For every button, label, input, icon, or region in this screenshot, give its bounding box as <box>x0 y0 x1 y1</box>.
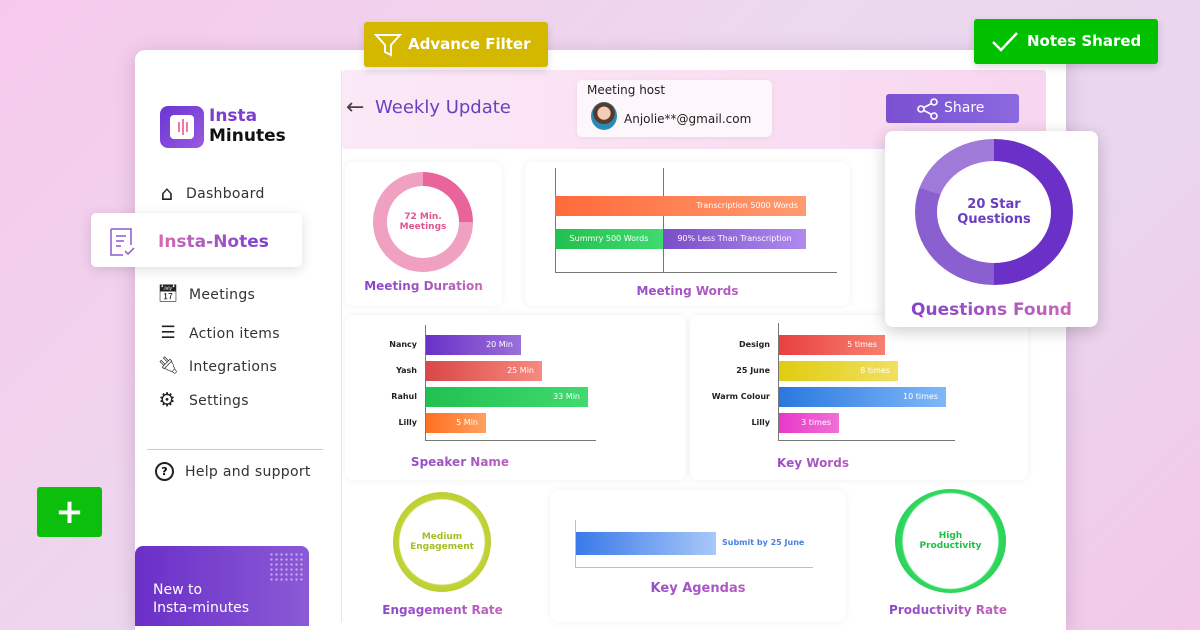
bar: 3 times <box>779 413 839 433</box>
avatar <box>591 102 617 130</box>
y-axis <box>555 168 556 272</box>
sidebar-item-action-items[interactable]: Action items <box>189 326 280 342</box>
plug-icon: 🔌︎ <box>157 356 179 376</box>
bar-label: Lilly <box>751 418 770 427</box>
filter-icon <box>374 34 402 57</box>
bar-label: Yash <box>396 366 417 375</box>
logo-text: Minutes <box>209 126 286 146</box>
help-icon: ? <box>155 462 174 481</box>
bar-label: Warm Colour <box>711 392 770 401</box>
card-title: Meeting Duration <box>345 279 502 293</box>
card-title: Speaker Name <box>345 455 575 469</box>
page-title: Weekly Update <box>375 97 511 118</box>
x-axis <box>555 272 837 273</box>
card-title: Engagement Rate <box>345 603 540 617</box>
gridline <box>663 168 664 272</box>
notes-shared-label: Notes Shared <box>1027 32 1142 50</box>
questions-card: 20 Star Questions Questions Found <box>885 131 1098 327</box>
x-axis <box>425 440 596 441</box>
dots-decoration <box>269 552 303 582</box>
donut-center: 72 Min. Meetings <box>387 186 459 258</box>
ring-center: High Productivity <box>919 531 982 551</box>
sidebar-item-meetings[interactable]: Meetings <box>189 287 255 303</box>
agenda-bar <box>576 532 716 555</box>
duration-donut: 72 Min. Meetings <box>373 172 473 272</box>
engagement-card: Medium Engagement Engagement Rate <box>345 490 540 622</box>
agenda-label: Submit by 25 June <box>722 538 805 547</box>
sidebar-item-label: Insta-Notes <box>158 232 269 252</box>
card-title: Meeting Words <box>525 284 850 298</box>
bar: 20 Min <box>426 335 521 355</box>
bar-label: Rahul <box>391 392 417 401</box>
list-icon: ☰ <box>160 323 176 343</box>
share-icon <box>917 98 938 120</box>
bar: 33 Min <box>426 387 588 407</box>
check-icon <box>992 32 1018 52</box>
promo-text: Insta-minutes <box>153 600 250 616</box>
gear-icon: ⚙ <box>158 389 176 411</box>
calendar-icon: 📅︎ <box>157 284 179 304</box>
help-link[interactable]: Help and support <box>185 464 311 480</box>
sidebar-item-dashboard[interactable]: Dashboard <box>186 186 265 202</box>
summary-bar: Summry 500 Words <box>555 229 663 249</box>
bar-label: Lilly <box>398 418 417 427</box>
promo-text: New to <box>153 582 203 598</box>
sidebar-item-integrations[interactable]: Integrations <box>189 359 277 375</box>
card-title: Key Agendas <box>550 581 846 596</box>
card-title: Questions Found <box>885 300 1098 320</box>
advance-filter-button[interactable]: Advance Filter <box>364 22 548 67</box>
keywords-card: Design 5 times 25 June 8 times Warm Colour 10… <box>690 315 1028 480</box>
bar: 5 times <box>779 335 885 355</box>
reduction-bar: 90% Less Than Transcription <box>663 229 806 249</box>
transcription-bar: Transcription 5000 Words <box>555 196 806 216</box>
speaker-card: Nancy 20 Min Yash 25 Min Rahul 33 Min Lilly 5 M… <box>345 315 686 480</box>
engagement-ring: Medium Engagement <box>393 492 491 592</box>
donut-center: 20 Star Questions <box>937 161 1051 263</box>
productivity-card: High Productivity Productivity Rate <box>850 489 1046 622</box>
host-email: Anjolie**@gmail.com <box>624 112 752 126</box>
card-title: Productivity Rate <box>850 603 1046 617</box>
back-arrow-icon[interactable]: ← <box>346 95 364 120</box>
key-agendas-card: Submit by 25 June Key Agendas <box>550 490 846 622</box>
sidebar-item-settings[interactable]: Settings <box>189 393 249 409</box>
logo-icon <box>160 106 204 148</box>
bar-label: 25 June <box>736 366 770 375</box>
bar-label: Nancy <box>389 340 417 349</box>
logo-text: Insta <box>209 106 258 126</box>
host-label: Meeting host <box>587 83 666 97</box>
x-axis <box>575 567 813 568</box>
bar: 5 Min <box>426 413 486 433</box>
productivity-ring: High Productivity <box>895 489 1006 593</box>
promo-card[interactable]: New to Insta-minutes <box>135 546 309 626</box>
filter-label: Advance Filter <box>408 35 531 53</box>
bar: 25 Min <box>426 361 542 381</box>
bar: 8 times <box>779 361 898 381</box>
add-button[interactable]: + <box>37 487 102 537</box>
x-axis <box>778 440 955 441</box>
bar: 10 times <box>779 387 946 407</box>
plus-icon: + <box>55 492 84 532</box>
share-button[interactable]: Share <box>886 94 1019 123</box>
notes-shared-badge: Notes Shared <box>974 19 1158 64</box>
questions-donut: 20 Star Questions <box>915 139 1073 285</box>
ring-center: Medium Engagement <box>410 532 474 552</box>
card-title: Key Words <box>690 456 936 470</box>
bar-label: Design <box>739 340 770 349</box>
home-icon: ⌂ <box>160 181 174 205</box>
meeting-words-card: Transcription 5000 Words Summry 500 Word… <box>525 162 850 306</box>
share-label: Share <box>944 100 985 116</box>
divider <box>147 449 323 450</box>
meeting-duration-card: 72 Min. Meetings Meeting Duration <box>345 162 502 306</box>
meeting-host-card: Meeting host Anjolie**@gmail.com <box>577 80 772 137</box>
notes-icon <box>110 228 135 256</box>
